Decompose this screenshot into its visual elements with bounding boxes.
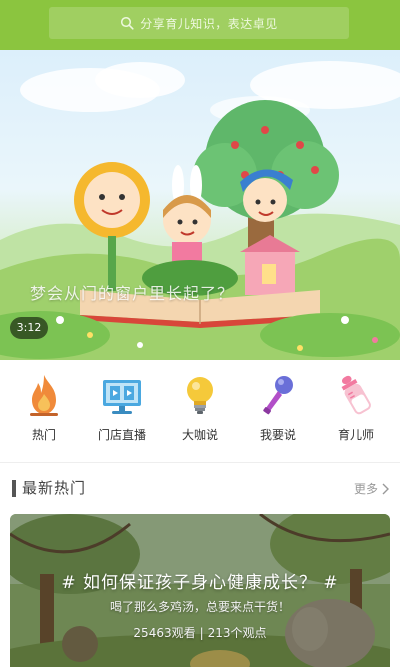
search-icon — [121, 16, 134, 30]
category-hot[interactable]: 热门 — [7, 370, 81, 460]
category-i-speak[interactable]: 我要说 — [241, 370, 315, 460]
search-input[interactable]: 分享育儿知识，表达卓见 — [49, 7, 349, 39]
section-accent-bar — [12, 480, 16, 497]
stats-separator: | — [199, 626, 204, 640]
article-card[interactable]: # 如何保证孩子身心健康成长？ # 喝了那么多鸡汤，总要来点干货！ 25463观… — [10, 514, 390, 667]
live-screen-icon — [98, 370, 146, 420]
hero-banner[interactable]: 梦会从门的窗户里长起了？ 3:12 — [0, 50, 400, 360]
section-header: 最新热门 更多 — [0, 472, 400, 504]
category-parenting-coach[interactable]: 育儿师 — [319, 370, 393, 460]
lightbulb-icon — [176, 370, 224, 420]
search-placeholder: 分享育儿知识，表达卓见 — [140, 16, 278, 31]
article-stats: 25463观看 | 213个观点 — [10, 624, 390, 641]
microphone-icon — [254, 370, 302, 420]
chevron-right-icon — [382, 483, 389, 494]
category-label: 门店直播 — [97, 428, 146, 442]
article-subtitle: 喝了那么多鸡汤，总要来点干货！ — [109, 600, 290, 614]
category-label: 大咖说 — [181, 428, 218, 442]
video-duration-badge: 3:12 — [10, 317, 48, 339]
category-store-live[interactable]: 门店直播 — [85, 370, 159, 460]
article-title: # 如何保证孩子身心健康成长？ # — [61, 573, 339, 593]
category-label: 热门 — [31, 428, 56, 442]
article-views: 25463观看 — [133, 626, 196, 640]
top-header: 分享育儿知识，表达卓见 — [0, 0, 400, 50]
more-link[interactable]: 更多 — [354, 480, 390, 497]
section-title: 最新热门 — [22, 479, 87, 497]
category-row: 热门 门店直播 大咖说 我要说 育儿师 — [0, 370, 400, 460]
category-label: 育儿师 — [337, 428, 374, 442]
article-opinions: 213个观点 — [207, 626, 267, 640]
baby-bottle-icon — [332, 370, 380, 420]
more-label: 更多 — [353, 482, 378, 496]
app-root: 分享育儿知识，表达卓见 梦会从门的窗户里长起了？ 3:12 热门 门店直播 大咖… — [0, 0, 400, 667]
hero-illustration — [0, 61, 400, 360]
section-divider — [0, 462, 400, 463]
category-label: 我要说 — [259, 428, 296, 442]
hero-caption: 梦会从门的窗户里长起了？ — [30, 284, 235, 303]
fire-icon — [20, 370, 68, 420]
category-expert-talk[interactable]: 大咖说 — [163, 370, 237, 460]
